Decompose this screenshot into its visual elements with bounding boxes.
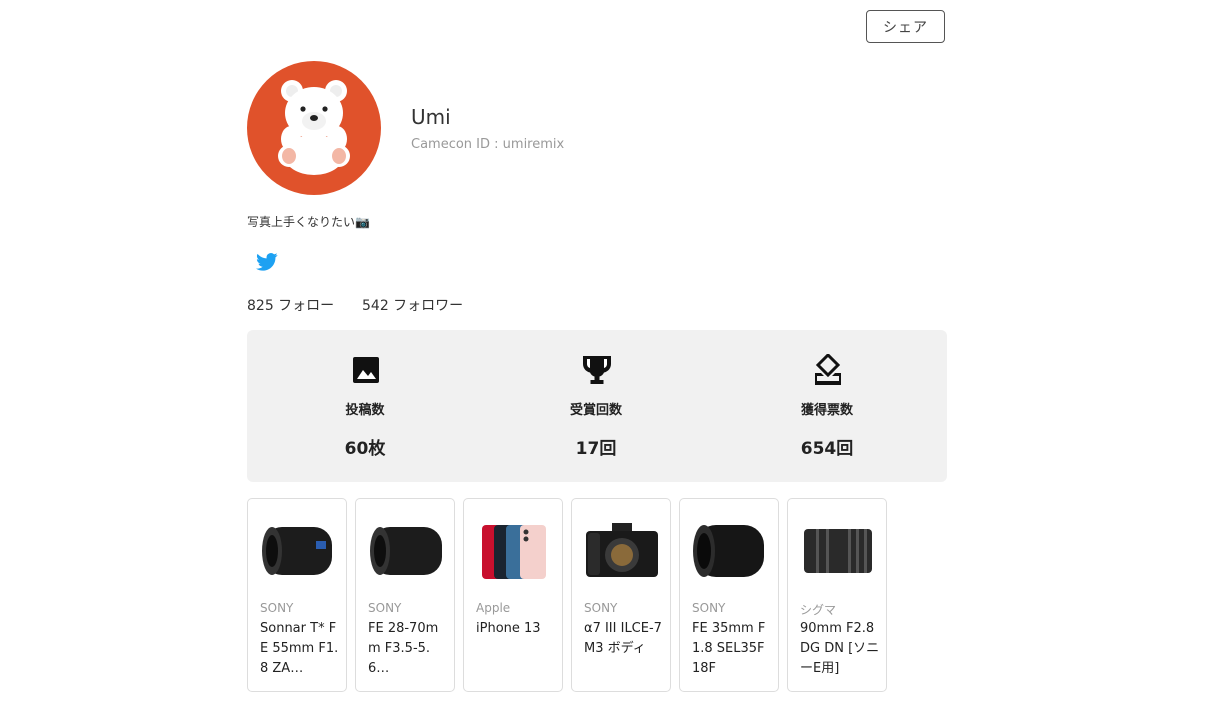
gear-name: Sonnar T* FE 55mm F1.8 ZA…	[260, 621, 339, 676]
stat-votes: 獲得票数 654回	[747, 330, 907, 482]
gear-brand: SONY	[260, 601, 294, 615]
stats-panel: 投稿数 60枚 受賞回数 17回 獲得票数 654回	[247, 330, 947, 482]
vote-ballot-icon	[815, 354, 841, 385]
gear-card[interactable]: SONY FE 35mm F1.8 SEL35F18F	[679, 498, 779, 692]
gear-card[interactable]: SONY Sonnar T* FE 55mm F1.8 ZA…	[247, 498, 347, 692]
stat-value: 654回	[800, 439, 854, 459]
avatar	[247, 61, 381, 195]
gear-name: FE 35mm F1.8 SEL35F18F	[692, 621, 766, 676]
gear-brand: SONY	[368, 601, 402, 615]
teddy-bear-icon	[278, 80, 350, 175]
gear-name: FE 28-70mm F3.5-5.6…	[368, 621, 439, 676]
stat-value: 17回	[575, 439, 617, 459]
stat-posts: 投稿数 60枚	[285, 330, 445, 482]
gear-card[interactable]: シグマ 90mm F2.8 DG DN [ソニーE用]	[787, 498, 887, 692]
lens-image	[693, 525, 764, 577]
stat-awards: 受賞回数 17回	[516, 330, 676, 482]
stat-value: 60枚	[344, 439, 386, 459]
trophy-icon	[583, 356, 611, 384]
share-button[interactable]: シェア	[866, 10, 945, 43]
gear-brand: シグマ	[800, 603, 837, 617]
camera-image	[586, 523, 658, 577]
lens-image	[370, 527, 442, 575]
stat-label: 受賞回数	[569, 403, 622, 418]
gear-card[interactable]: SONY α7 III ILCE-7M3 ボディ	[571, 498, 671, 692]
followers-count[interactable]: 542 フォロワー	[362, 295, 463, 315]
twitter-icon[interactable]	[256, 252, 278, 272]
gear-name: iPhone 13	[476, 621, 541, 636]
phone-image	[482, 525, 546, 579]
stat-label: 獲得票数	[800, 403, 853, 418]
gear-name: 90mm F2.8 DG DN [ソニーE用]	[800, 621, 880, 676]
image-icon	[353, 357, 379, 383]
following-count[interactable]: 825 フォロー	[247, 295, 334, 315]
gear-name: α7 III ILCE-7M3 ボディ	[584, 621, 662, 656]
gear-brand: Apple	[476, 601, 511, 615]
lens-image	[262, 527, 332, 575]
lens-image	[804, 529, 872, 573]
stat-label: 投稿数	[345, 403, 385, 418]
gear-card[interactable]: SONY FE 28-70mm F3.5-5.6…	[355, 498, 455, 692]
profile-bio: 写真上手くなりたい📷	[247, 215, 370, 229]
gear-card[interactable]: Apple iPhone 13	[463, 498, 563, 692]
profile-name: Umi	[411, 105, 451, 129]
camecon-id: Camecon ID : umiremix	[411, 137, 565, 152]
gear-brand: SONY	[692, 601, 726, 615]
gear-brand: SONY	[584, 601, 618, 615]
